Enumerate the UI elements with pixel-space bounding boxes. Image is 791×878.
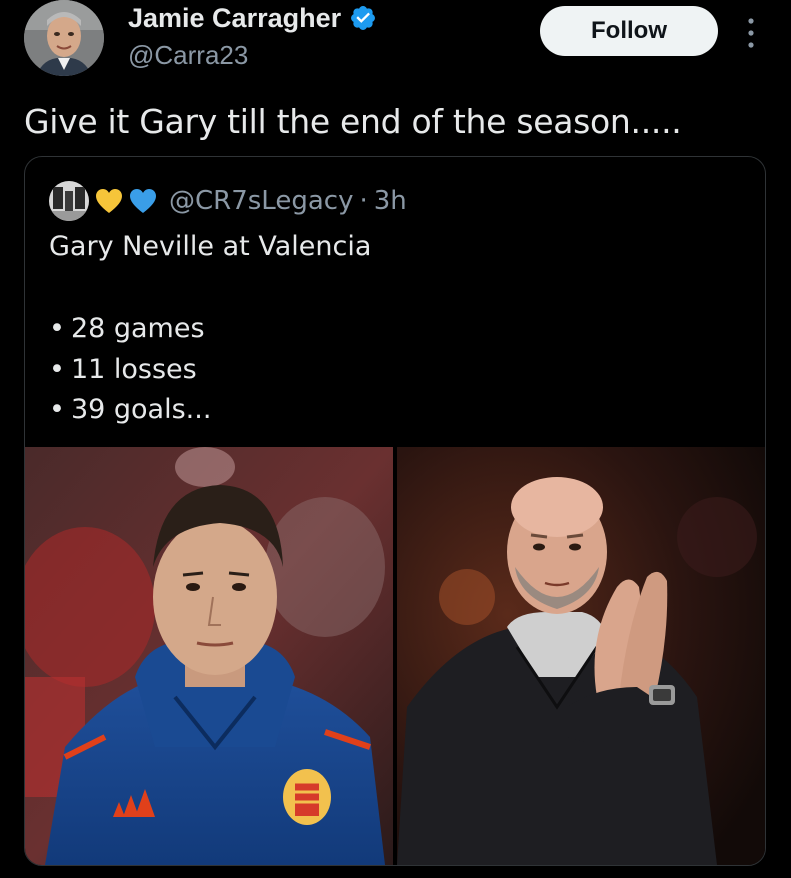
quoted-tweet-card[interactable]: @CR7sLegacy · 3h Gary Neville at Valenci… (24, 156, 766, 866)
quoted-tweet-stats: 28 games 11 losses 39 goals... (49, 309, 211, 431)
quoted-author-handle[interactable]: @CR7sLegacy (169, 186, 353, 216)
author-avatar[interactable] (24, 0, 104, 76)
follow-button[interactable]: Follow (540, 6, 718, 56)
quoted-author-avatar[interactable] (49, 181, 89, 221)
erik-ten-hag-applauding-photo[interactable] (397, 447, 765, 865)
author-name-row: Jamie Carragher (128, 2, 377, 34)
stat-losses: 11 losses (49, 350, 211, 391)
gary-neville-valencia-photo[interactable] (25, 447, 393, 865)
tweet-text: Give it Gary till the end of the season.… (24, 102, 682, 141)
yellow-heart-icon (96, 189, 122, 213)
author-handle[interactable]: @Carra23 (128, 40, 248, 70)
more-vertical-icon[interactable] (744, 16, 758, 50)
quoted-tweet-header: @CR7sLegacy · 3h (49, 181, 407, 221)
author-display-name[interactable]: Jamie Carragher (128, 2, 341, 34)
separator-dot: · (359, 186, 368, 216)
quoted-tweet-title: Gary Neville at Valencia (49, 231, 372, 262)
verified-badge-icon (351, 6, 376, 30)
blue-heart-icon (130, 189, 156, 213)
quoted-tweet-time[interactable]: 3h (374, 186, 407, 216)
stat-goals: 39 goals... (49, 390, 211, 431)
stat-games: 28 games (49, 309, 211, 350)
